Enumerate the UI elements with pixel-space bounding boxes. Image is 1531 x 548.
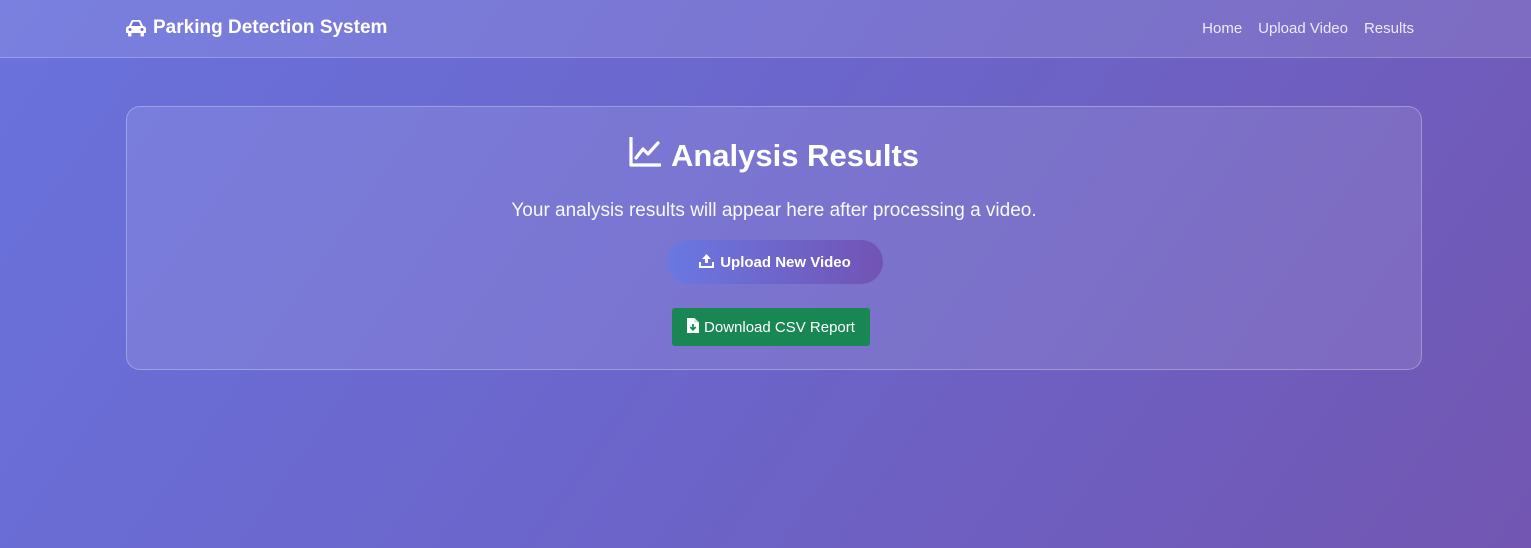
navbar: Parking Detection System Home Upload Vid… (0, 0, 1531, 58)
download-csv-label: Download CSV Report (704, 318, 855, 336)
page-title-text: Analysis Results (670, 138, 920, 173)
nav-link-results[interactable]: Results (1364, 20, 1414, 37)
nav-links: Home Upload Video Results (1202, 20, 1414, 37)
page-title: Analysis Results (127, 136, 1421, 175)
nav-link-home[interactable]: Home (1202, 20, 1242, 37)
brand-link[interactable]: Parking Detection System (125, 17, 387, 39)
chart-line-icon (629, 136, 662, 175)
upload-new-video-label: Upload New Video (720, 253, 851, 271)
car-icon (125, 19, 147, 37)
file-download-icon (687, 317, 700, 337)
upload-new-video-button[interactable]: Upload New Video (667, 240, 883, 284)
brand-label: Parking Detection System (153, 17, 388, 38)
results-placeholder-text: Your analysis results will appear here a… (511, 200, 1037, 221)
download-csv-button[interactable]: Download CSV Report (672, 308, 870, 346)
results-card: Analysis Results Your analysis results w… (126, 106, 1422, 370)
upload-icon (699, 253, 715, 272)
nav-link-upload-video[interactable]: Upload Video (1258, 20, 1348, 37)
